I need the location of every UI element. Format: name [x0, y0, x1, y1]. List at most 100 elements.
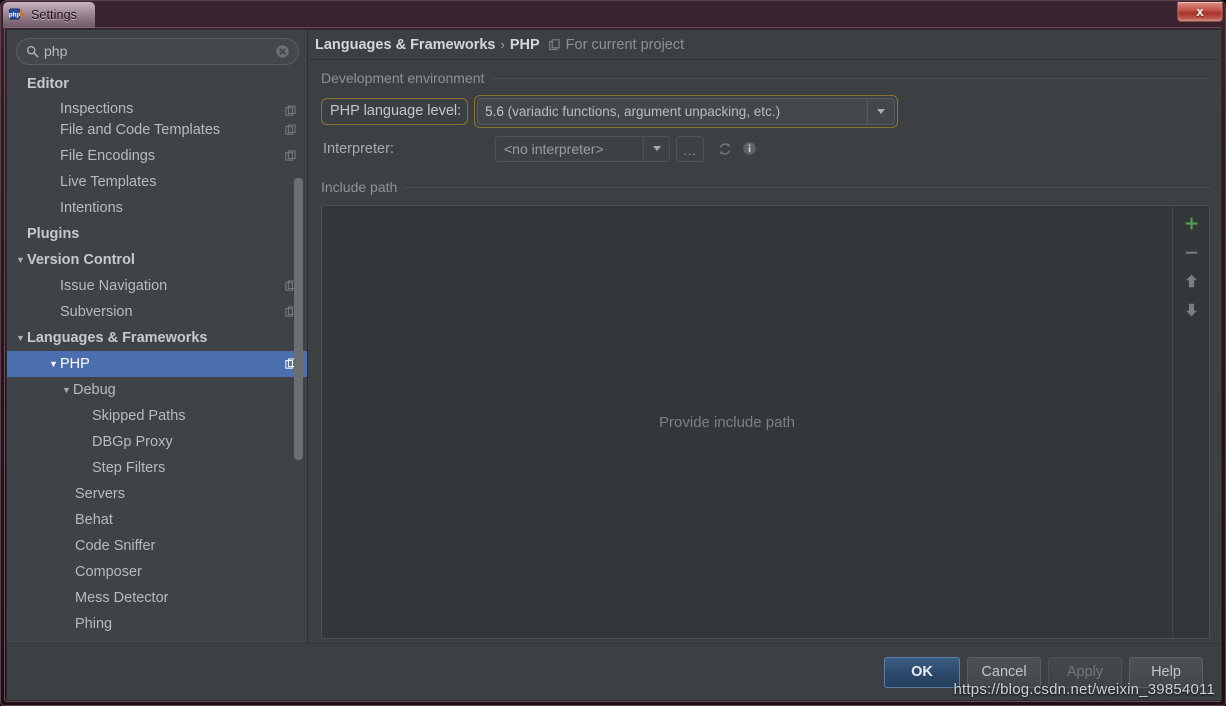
- sidebar-item-label: Version Control: [27, 252, 135, 268]
- php-language-level-row: PHP language level: 5.6 (variadic functi…: [321, 95, 1210, 128]
- chevron-down-icon[interactable]: ▼: [60, 385, 73, 395]
- include-path-section-header: Include path: [314, 179, 1210, 195]
- section-divider: [492, 77, 1210, 79]
- sidebar-item-label: Intentions: [60, 200, 123, 216]
- php-language-level-description: (variadic functions, argument unpacking,…: [503, 104, 781, 119]
- development-environment-fields: PHP language level: 5.6 (variadic functi…: [314, 95, 1210, 165]
- interpreter-browse-button[interactable]: ...: [676, 135, 704, 162]
- chevron-down-icon[interactable]: ▼: [47, 359, 60, 369]
- close-icon: x: [1196, 4, 1204, 19]
- sidebar-item-behat[interactable]: Behat: [7, 507, 307, 533]
- sidebar-item-label: Composer: [75, 564, 142, 580]
- settings-detail-pane: Languages & Frameworks › PHP For current…: [308, 30, 1221, 643]
- sidebar-item-issue-navigation[interactable]: Issue Navigation: [7, 273, 307, 299]
- php-language-level-version: 5.6: [485, 104, 504, 119]
- sidebar-item-php[interactable]: ▼ PHP: [7, 351, 307, 377]
- breadcrumb: Languages & Frameworks › PHP For current…: [308, 30, 1221, 60]
- search-icon: [26, 45, 39, 58]
- sidebar-item-label: Inspections: [60, 101, 134, 117]
- sidebar-item-label: Code Sniffer: [75, 538, 156, 554]
- sidebar-item-servers[interactable]: Servers: [7, 481, 307, 507]
- sidebar-item-code-sniffer[interactable]: Code Sniffer: [7, 533, 307, 559]
- settings-tree[interactable]: Editor Inspections File and Code Templates…: [7, 69, 307, 643]
- sidebar-item-inspections[interactable]: Inspections: [7, 97, 307, 117]
- cancel-button[interactable]: Cancel: [967, 656, 1041, 688]
- refresh-icon[interactable]: [717, 141, 733, 157]
- sidebar-item-label: Subversion: [60, 304, 133, 320]
- interpreter-label: Interpreter:: [323, 140, 394, 157]
- sidebar-item-live-templates[interactable]: Live Templates: [7, 169, 307, 195]
- add-button[interactable]: [1180, 213, 1202, 233]
- sidebar-item-label: Plugins: [27, 226, 80, 242]
- php-language-level-select[interactable]: 5.6 (variadic functions, argument unpack…: [477, 98, 896, 125]
- development-environment-label: Development environment: [321, 70, 485, 86]
- chevron-down-icon[interactable]: [643, 136, 669, 161]
- sidebar-item-label: DBGp Proxy: [92, 434, 173, 450]
- project-scope-icon: [548, 38, 561, 51]
- sidebar-item-version-control[interactable]: ▼ Version Control: [7, 247, 307, 273]
- development-environment-section-header: Development environment: [314, 70, 1210, 86]
- ok-button-label: OK: [911, 664, 933, 680]
- chevron-down-icon[interactable]: ▼: [14, 333, 27, 343]
- sidebar-item-mess-detector[interactable]: Mess Detector: [7, 585, 307, 611]
- interpreter-row: Interpreter: <no interpreter> ...: [321, 132, 1210, 165]
- phpstorm-icon: php: [9, 7, 25, 23]
- sidebar-item-composer[interactable]: Composer: [7, 559, 307, 585]
- move-up-button[interactable]: [1180, 271, 1202, 291]
- chevron-down-icon[interactable]: [867, 99, 894, 124]
- help-button[interactable]: Help: [1129, 656, 1203, 688]
- include-path-label: Include path: [321, 179, 398, 195]
- sidebar-item-editor[interactable]: Editor: [7, 71, 307, 97]
- breadcrumb-current: PHP: [509, 36, 540, 53]
- breadcrumb-separator: ›: [500, 37, 505, 52]
- move-down-button[interactable]: [1180, 300, 1202, 320]
- search-input[interactable]: php: [16, 38, 299, 65]
- include-path-empty-text: Provide include path: [659, 413, 795, 431]
- dialog-content: php Editor Inspections File and Code Templ…: [7, 30, 1221, 643]
- sidebar-item-intentions[interactable]: Intentions: [7, 195, 307, 221]
- sidebar-item-subversion[interactable]: Subversion: [7, 299, 307, 325]
- remove-button[interactable]: [1180, 242, 1202, 262]
- settings-dialog: php Editor Inspections File and Code Templ…: [6, 29, 1222, 701]
- settings-window: php Settings x php Editor Inspections Fi…: [0, 0, 1226, 706]
- help-button-label: Help: [1151, 664, 1181, 680]
- sidebar-item-label: File Encodings: [60, 148, 156, 164]
- sidebar-item-label: Skipped Paths: [92, 408, 186, 424]
- interpreter-select[interactable]: <no interpreter>: [495, 135, 670, 162]
- sidebar-item-step-filters[interactable]: Step Filters: [7, 455, 307, 481]
- ok-button[interactable]: OK: [884, 656, 960, 688]
- sidebar-item-label: Editor: [27, 76, 69, 92]
- arrow-up-icon: [1185, 274, 1197, 288]
- sidebar-item-label: Step Filters: [92, 460, 166, 476]
- search-area: php: [7, 30, 307, 69]
- ellipsis-icon: ...: [683, 142, 697, 158]
- sidebar-item-label: Live Templates: [60, 174, 157, 190]
- sidebar-scrollbar-thumb[interactable]: [294, 178, 303, 460]
- title-bar[interactable]: php Settings x: [1, 1, 1225, 28]
- sidebar-item-file-encodings[interactable]: File Encodings: [7, 143, 307, 169]
- php-language-level-focus-ring: 5.6 (variadic functions, argument unpack…: [474, 95, 899, 128]
- sidebar-item-label: Behat: [75, 512, 113, 528]
- sidebar-item-dbgp-proxy[interactable]: DBGp Proxy: [7, 429, 307, 455]
- sidebar-item-phing[interactable]: Phing: [7, 611, 307, 637]
- apply-button: Apply: [1048, 656, 1122, 688]
- sidebar-scrollbar[interactable]: [294, 30, 305, 643]
- sidebar-item-plugins[interactable]: Plugins: [7, 221, 307, 247]
- sidebar-item-label: Mess Detector: [75, 590, 169, 606]
- settings-sidebar: php Editor Inspections File and Code Templ…: [7, 30, 308, 643]
- chevron-down-icon[interactable]: ▼: [14, 255, 27, 265]
- sidebar-item-skipped-paths[interactable]: Skipped Paths: [7, 403, 307, 429]
- dialog-button-bar: OK Cancel Apply Help https://blog.csdn.n…: [7, 643, 1221, 700]
- sidebar-item-file-and-code-templates[interactable]: File and Code Templates: [7, 117, 307, 143]
- close-button[interactable]: x: [1177, 2, 1223, 22]
- breadcrumb-parent[interactable]: Languages & Frameworks: [315, 37, 496, 53]
- include-path-panel[interactable]: Provide include path: [321, 205, 1210, 639]
- sidebar-item-label: Debug: [73, 382, 116, 398]
- title-tab: php Settings: [3, 2, 95, 28]
- sidebar-item-debug[interactable]: ▼ Debug: [7, 377, 307, 403]
- sidebar-item-languages-frameworks[interactable]: ▼ Languages & Frameworks: [7, 325, 307, 351]
- detail-body: Development environment PHP language lev…: [308, 60, 1221, 643]
- info-icon[interactable]: [742, 141, 757, 156]
- php-language-level-value: 5.6 (variadic functions, argument unpack…: [478, 104, 867, 119]
- clear-icon[interactable]: [275, 44, 290, 59]
